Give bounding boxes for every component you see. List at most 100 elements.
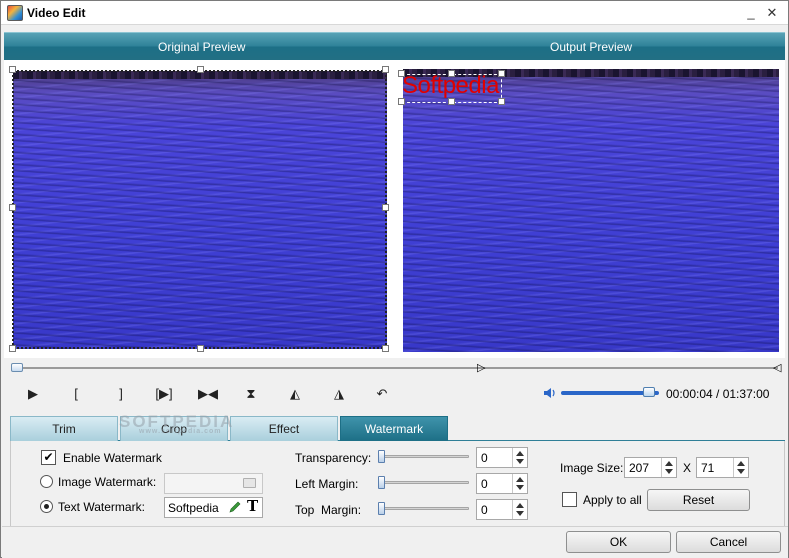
watermark-handle-br[interactable] xyxy=(498,98,505,105)
mark-out-icon: ] xyxy=(119,386,123,401)
mark-in-button[interactable]: [ xyxy=(64,384,88,404)
flip-vertical-button[interactable]: ⧗ xyxy=(239,384,263,404)
enable-watermark-checkbox[interactable]: ✔ xyxy=(41,450,56,465)
ok-button[interactable]: OK xyxy=(566,531,671,553)
title-bar[interactable]: Video Edit _ ✕ xyxy=(1,1,788,25)
undo-button[interactable]: ↶ xyxy=(370,384,394,404)
left-margin-arrows[interactable] xyxy=(512,474,527,493)
softpedia-watermark-logo: SOFTPEDIA www.softpedia.com xyxy=(119,412,234,435)
transparency-arrows[interactable] xyxy=(512,448,527,467)
watermark-handle-tr[interactable] xyxy=(498,70,505,77)
spin-down-icon[interactable] xyxy=(516,459,524,464)
image-width-spinner[interactable]: 207 xyxy=(624,457,677,478)
browse-folder-icon[interactable] xyxy=(243,478,256,488)
play-selection-icon: [▶] xyxy=(155,386,173,401)
tab-effect[interactable]: Effect xyxy=(230,416,338,441)
watermark-handle-bottom[interactable] xyxy=(448,98,455,105)
mark-out-button[interactable]: ] xyxy=(109,384,133,404)
top-margin-spinner[interactable]: 0 xyxy=(476,499,528,520)
spin-down-icon[interactable] xyxy=(737,469,745,474)
app-icon xyxy=(7,5,23,21)
minimize-button[interactable]: _ xyxy=(742,4,760,22)
crop-frame[interactable] xyxy=(12,70,387,349)
time-display: 00:00:04 / 01:37:00 xyxy=(666,387,770,401)
undo-icon: ↶ xyxy=(376,386,388,401)
left-margin-label: Left Margin: xyxy=(295,477,359,491)
enable-watermark-label: Enable Watermark xyxy=(63,451,162,465)
top-margin-thumb[interactable] xyxy=(378,502,385,515)
seek-position-knob[interactable] xyxy=(11,363,23,372)
text-watermark-value: Softpedia xyxy=(168,501,219,515)
spin-up-icon[interactable] xyxy=(516,477,524,482)
top-margin-label: Top Margin: xyxy=(295,503,362,517)
top-margin-slider[interactable] xyxy=(378,507,469,510)
apply-to-all-checkbox[interactable] xyxy=(562,492,577,507)
image-size-label: Image Size: xyxy=(560,461,624,475)
flip-vertical-icon: ⧗ xyxy=(246,386,256,401)
video-edit-window: Video Edit _ ✕ Original Preview Output P… xyxy=(0,0,789,558)
play-selection-button[interactable]: [▶] xyxy=(152,384,176,404)
spin-up-icon[interactable] xyxy=(516,503,524,508)
rotate-right-button[interactable]: ◮ xyxy=(327,384,351,404)
image-width-arrows[interactable] xyxy=(661,458,676,477)
image-watermark-radio[interactable] xyxy=(40,475,53,488)
left-margin-spinner[interactable]: 0 xyxy=(476,473,528,494)
play-icon: ▶ xyxy=(28,386,38,401)
crop-handle-tl[interactable] xyxy=(9,66,16,73)
spin-down-icon[interactable] xyxy=(516,485,524,490)
left-margin-slider[interactable] xyxy=(378,481,469,484)
close-button[interactable]: ✕ xyxy=(763,4,781,22)
window-title: Video Edit xyxy=(27,6,86,20)
play-button[interactable]: ▶ xyxy=(21,384,45,404)
crop-handle-bottom[interactable] xyxy=(197,345,204,352)
image-height-spinner[interactable]: 71 xyxy=(696,457,749,478)
spin-up-icon[interactable] xyxy=(516,451,524,456)
crop-handle-right[interactable] xyxy=(382,204,389,211)
preview-header: Original Preview Output Preview xyxy=(4,32,785,60)
transparency-spinner[interactable]: 0 xyxy=(476,447,528,468)
text-watermark-label: Text Watermark: xyxy=(58,500,145,514)
cancel-button[interactable]: Cancel xyxy=(676,531,781,553)
rotate-left-icon: ◭ xyxy=(290,386,300,401)
next-frame-button[interactable]: ▶◀ xyxy=(196,384,220,404)
crop-handle-tr[interactable] xyxy=(382,66,389,73)
volume-knob[interactable] xyxy=(643,387,655,397)
volume-icon[interactable] xyxy=(543,386,557,400)
watermark-handle-tl[interactable] xyxy=(398,70,405,77)
transparency-value: 0 xyxy=(481,451,488,465)
seek-end-marker-icon[interactable]: ◁ xyxy=(773,362,781,374)
rotate-right-icon: ◮ xyxy=(334,386,344,401)
transparency-slider[interactable] xyxy=(378,455,469,458)
reset-button[interactable]: Reset xyxy=(647,489,750,511)
size-separator-label: X xyxy=(683,461,692,475)
pencil-icon[interactable] xyxy=(228,500,242,514)
tab-watermark[interactable]: Watermark xyxy=(340,416,448,441)
font-style-icon[interactable]: T xyxy=(247,497,258,515)
transparency-label: Transparency: xyxy=(295,451,372,465)
image-watermark-label: Image Watermark: xyxy=(58,475,157,489)
rotate-left-button[interactable]: ◭ xyxy=(283,384,307,404)
text-watermark-radio[interactable] xyxy=(40,500,53,513)
crop-handle-top[interactable] xyxy=(197,66,204,73)
left-margin-thumb[interactable] xyxy=(378,476,385,489)
image-height-arrows[interactable] xyxy=(733,458,748,477)
spin-down-icon[interactable] xyxy=(516,511,524,516)
transparency-thumb[interactable] xyxy=(378,450,385,463)
watermark-handle-bl[interactable] xyxy=(398,98,405,105)
image-width-value: 207 xyxy=(629,461,650,475)
mark-in-icon: [ xyxy=(74,386,78,401)
apply-to-all-label: Apply to all xyxy=(583,493,642,507)
top-margin-arrows[interactable] xyxy=(512,500,527,519)
spin-up-icon[interactable] xyxy=(737,461,745,466)
seek-marker-icon[interactable]: ▷ xyxy=(477,362,485,374)
spin-up-icon[interactable] xyxy=(665,461,673,466)
crop-handle-bl[interactable] xyxy=(9,345,16,352)
softpedia-logo-sub: www.softpedia.com xyxy=(139,428,222,435)
crop-handle-br[interactable] xyxy=(382,345,389,352)
output-preview-video xyxy=(403,69,779,352)
crop-handle-left[interactable] xyxy=(9,204,16,211)
spin-down-icon[interactable] xyxy=(665,469,673,474)
seek-track[interactable] xyxy=(12,367,778,369)
watermark-handle-top[interactable] xyxy=(448,70,455,77)
tab-trim[interactable]: Trim xyxy=(10,416,118,441)
